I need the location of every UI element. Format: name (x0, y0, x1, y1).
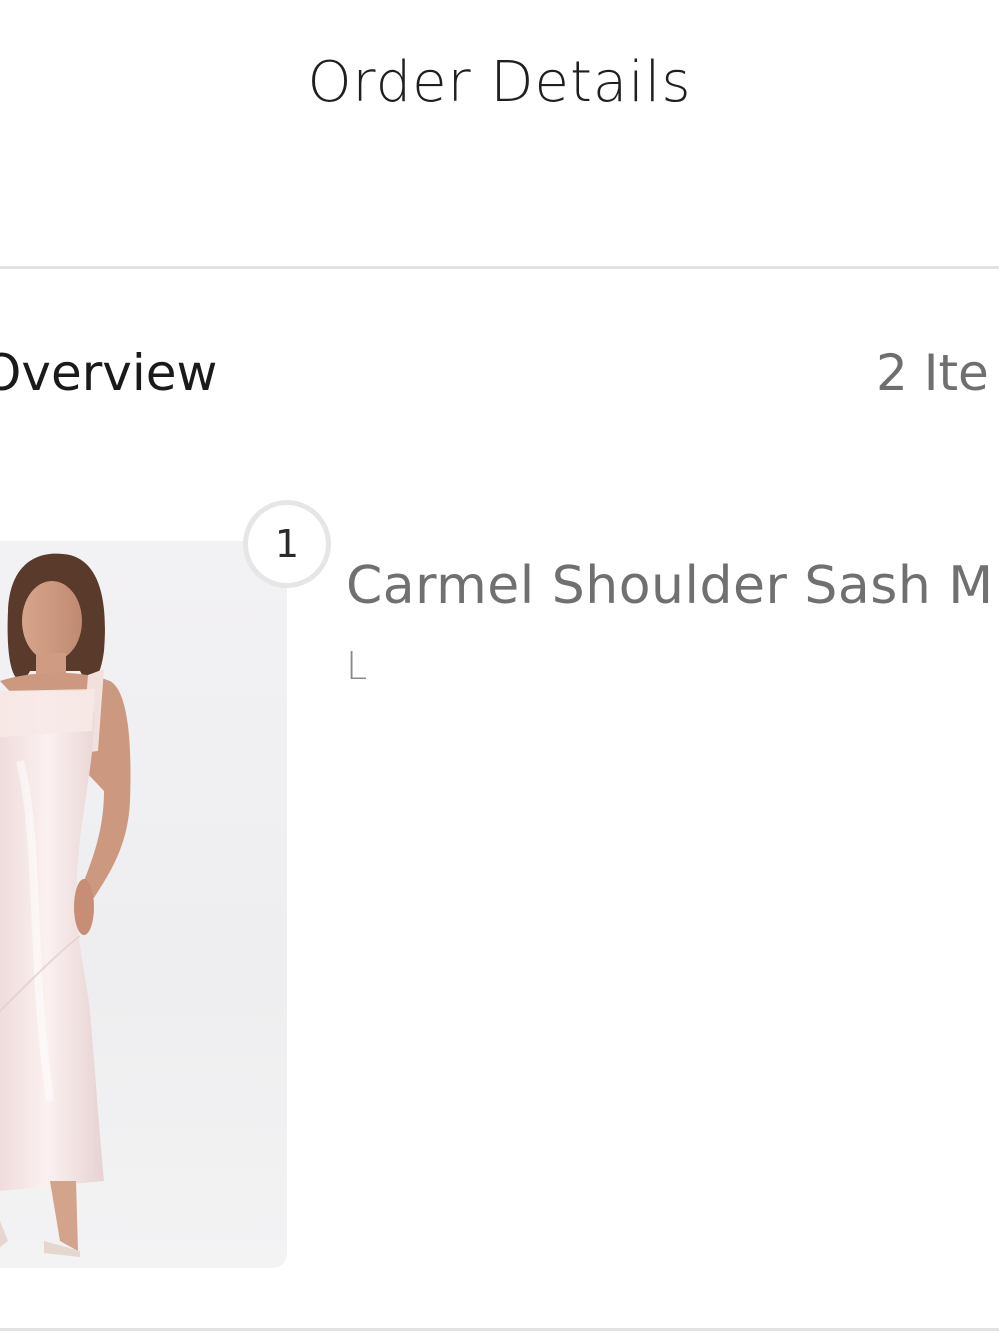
header: Order Details (0, 0, 999, 268)
item-count: 2 Ite (876, 344, 989, 402)
product-photo-icon (0, 553, 131, 1257)
divider (0, 1328, 999, 1331)
order-details-page: Order Details Overview 2 Ite 1 Carmel Sh… (0, 0, 999, 1333)
overview-heading: Overview (0, 344, 218, 402)
product-size: L (346, 644, 368, 688)
page-title: Order Details (307, 50, 692, 115)
product-image[interactable] (0, 541, 287, 1268)
divider (0, 266, 999, 269)
product-name[interactable]: Carmel Shoulder Sash M (346, 556, 994, 616)
quantity-badge: 1 (243, 500, 331, 588)
